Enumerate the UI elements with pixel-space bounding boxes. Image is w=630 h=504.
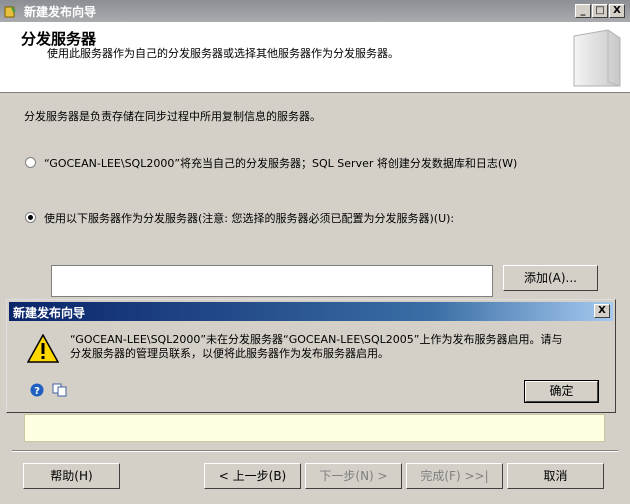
- info-panel: [24, 414, 605, 442]
- page-subtitle: 使用此服务器作为自己的分发服务器或选择其他服务器作为分发服务器。: [47, 47, 399, 60]
- option-self-distributor-label[interactable]: “GOCEAN-LEE\SQL2000”将充当自己的分发服务器；SQL Serv…: [44, 155, 517, 171]
- dialog-ok-button[interactable]: 确定: [524, 380, 599, 403]
- minimize-button[interactable]: _: [575, 4, 591, 18]
- cancel-button[interactable]: 取消: [507, 463, 604, 489]
- help-button[interactable]: 帮助(H): [23, 463, 120, 489]
- footer-separator: [12, 450, 618, 452]
- dialog-close-button[interactable]: X: [594, 304, 610, 318]
- dialog-title: 新建发布向导: [13, 306, 86, 320]
- help-icon[interactable]: ?: [30, 383, 44, 397]
- distributor-description: 分发服务器是负责存储在同步过程中所用复制信息的服务器。: [24, 110, 321, 123]
- dialog-message-line2: 分发服务器的管理员联系，以便将此服务器作为发布服务器启用。: [70, 347, 389, 360]
- option-other-distributor-radio[interactable]: [25, 212, 36, 223]
- window-titlebar[interactable]: 新建发布向导 _ □ X: [0, 0, 630, 22]
- option-other-distributor-label[interactable]: 使用以下服务器作为分发服务器(注意: 您选择的服务器必须已配置为分发服务器)(U…: [44, 210, 454, 226]
- wizard-server-graphic: [573, 29, 621, 87]
- wizard-app-icon: [4, 5, 16, 18]
- maximize-button[interactable]: □: [592, 4, 608, 18]
- copy-icon[interactable]: [52, 383, 68, 397]
- back-button[interactable]: < 上一步(B): [204, 463, 301, 489]
- message-dialog: 新建发布向导 X “GOCEAN-LEE\SQL2000”未在分发服务器“GOC…: [6, 299, 616, 413]
- finish-button[interactable]: 完成(F) >>|: [406, 463, 503, 489]
- warning-icon: [27, 334, 59, 363]
- next-button[interactable]: 下一步(N) >: [305, 463, 402, 489]
- close-button[interactable]: X: [609, 4, 625, 18]
- window-title: 新建发布向导: [24, 5, 97, 19]
- add-distributor-button[interactable]: 添加(A)...: [503, 265, 598, 291]
- option-self-distributor-radio[interactable]: [25, 157, 36, 168]
- distributor-list[interactable]: [51, 265, 493, 297]
- svg-text:?: ?: [34, 386, 40, 397]
- dialog-titlebar[interactable]: 新建发布向导 X: [9, 302, 613, 321]
- wizard-header: 分发服务器 使用此服务器作为自己的分发服务器或选择其他服务器作为分发服务器。: [0, 22, 630, 93]
